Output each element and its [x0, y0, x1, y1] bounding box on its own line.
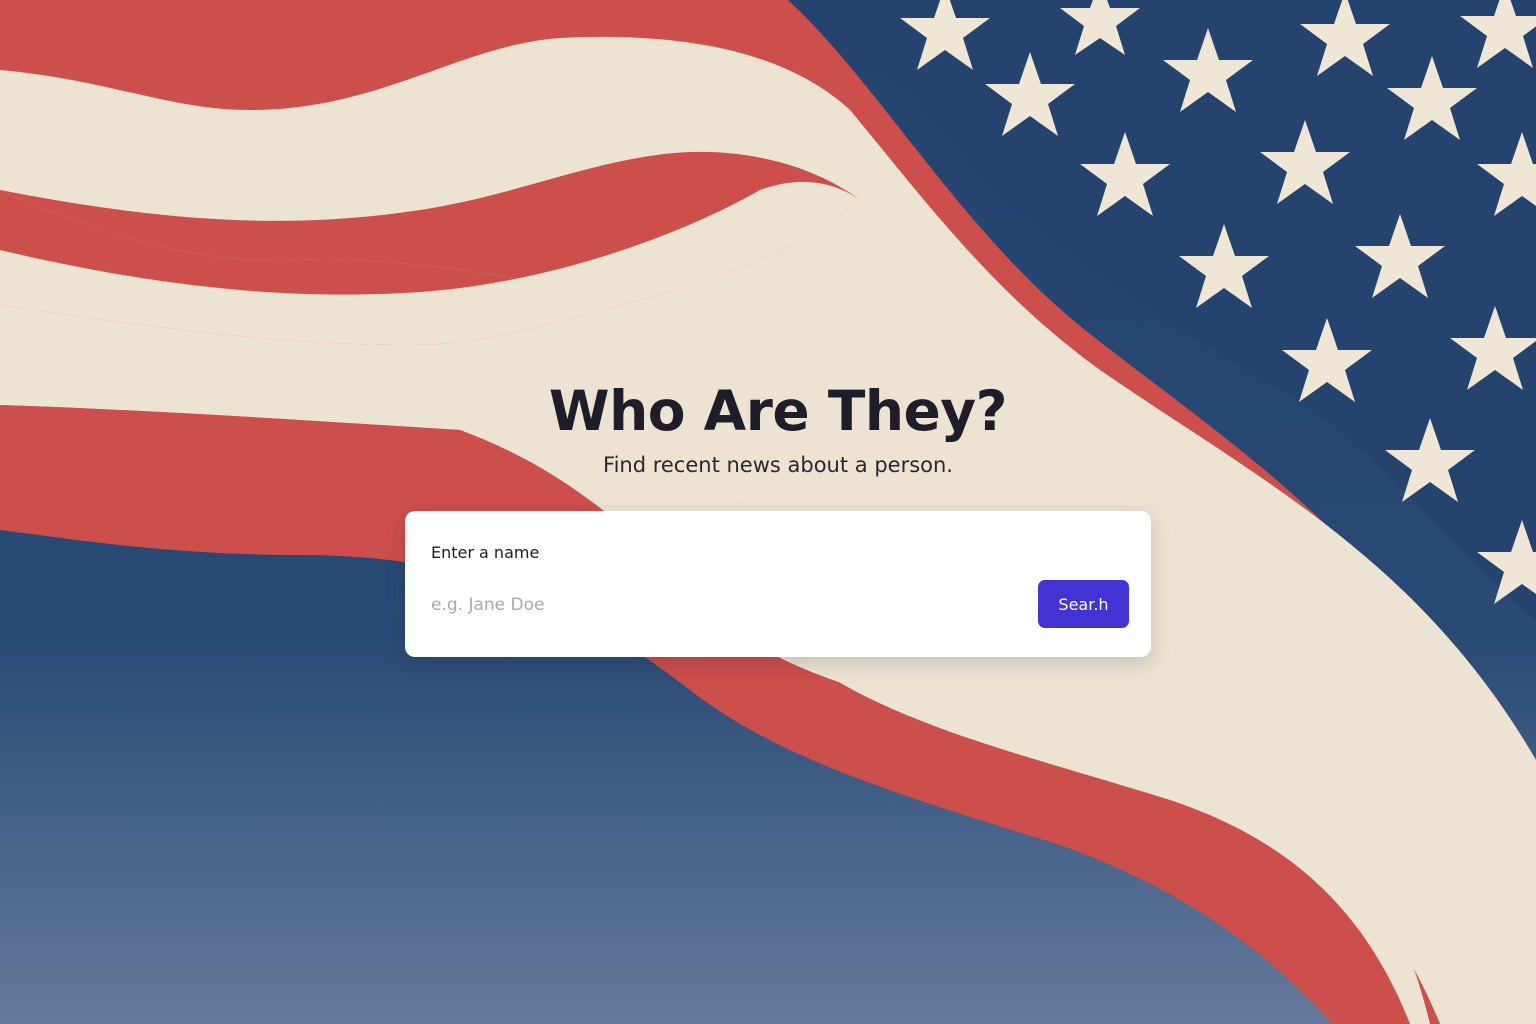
name-field-label: Enter a name — [431, 543, 540, 562]
search-card: Enter a name Sear.h — [405, 511, 1151, 657]
hero: Who Are They? Find recent news about a p… — [0, 378, 1536, 478]
name-search-input[interactable] — [427, 585, 1025, 625]
page-subtitle: Find recent news about a person. — [603, 453, 953, 477]
search-button[interactable]: Sear.h — [1038, 580, 1129, 628]
page-title: Who Are They? — [548, 379, 1008, 443]
